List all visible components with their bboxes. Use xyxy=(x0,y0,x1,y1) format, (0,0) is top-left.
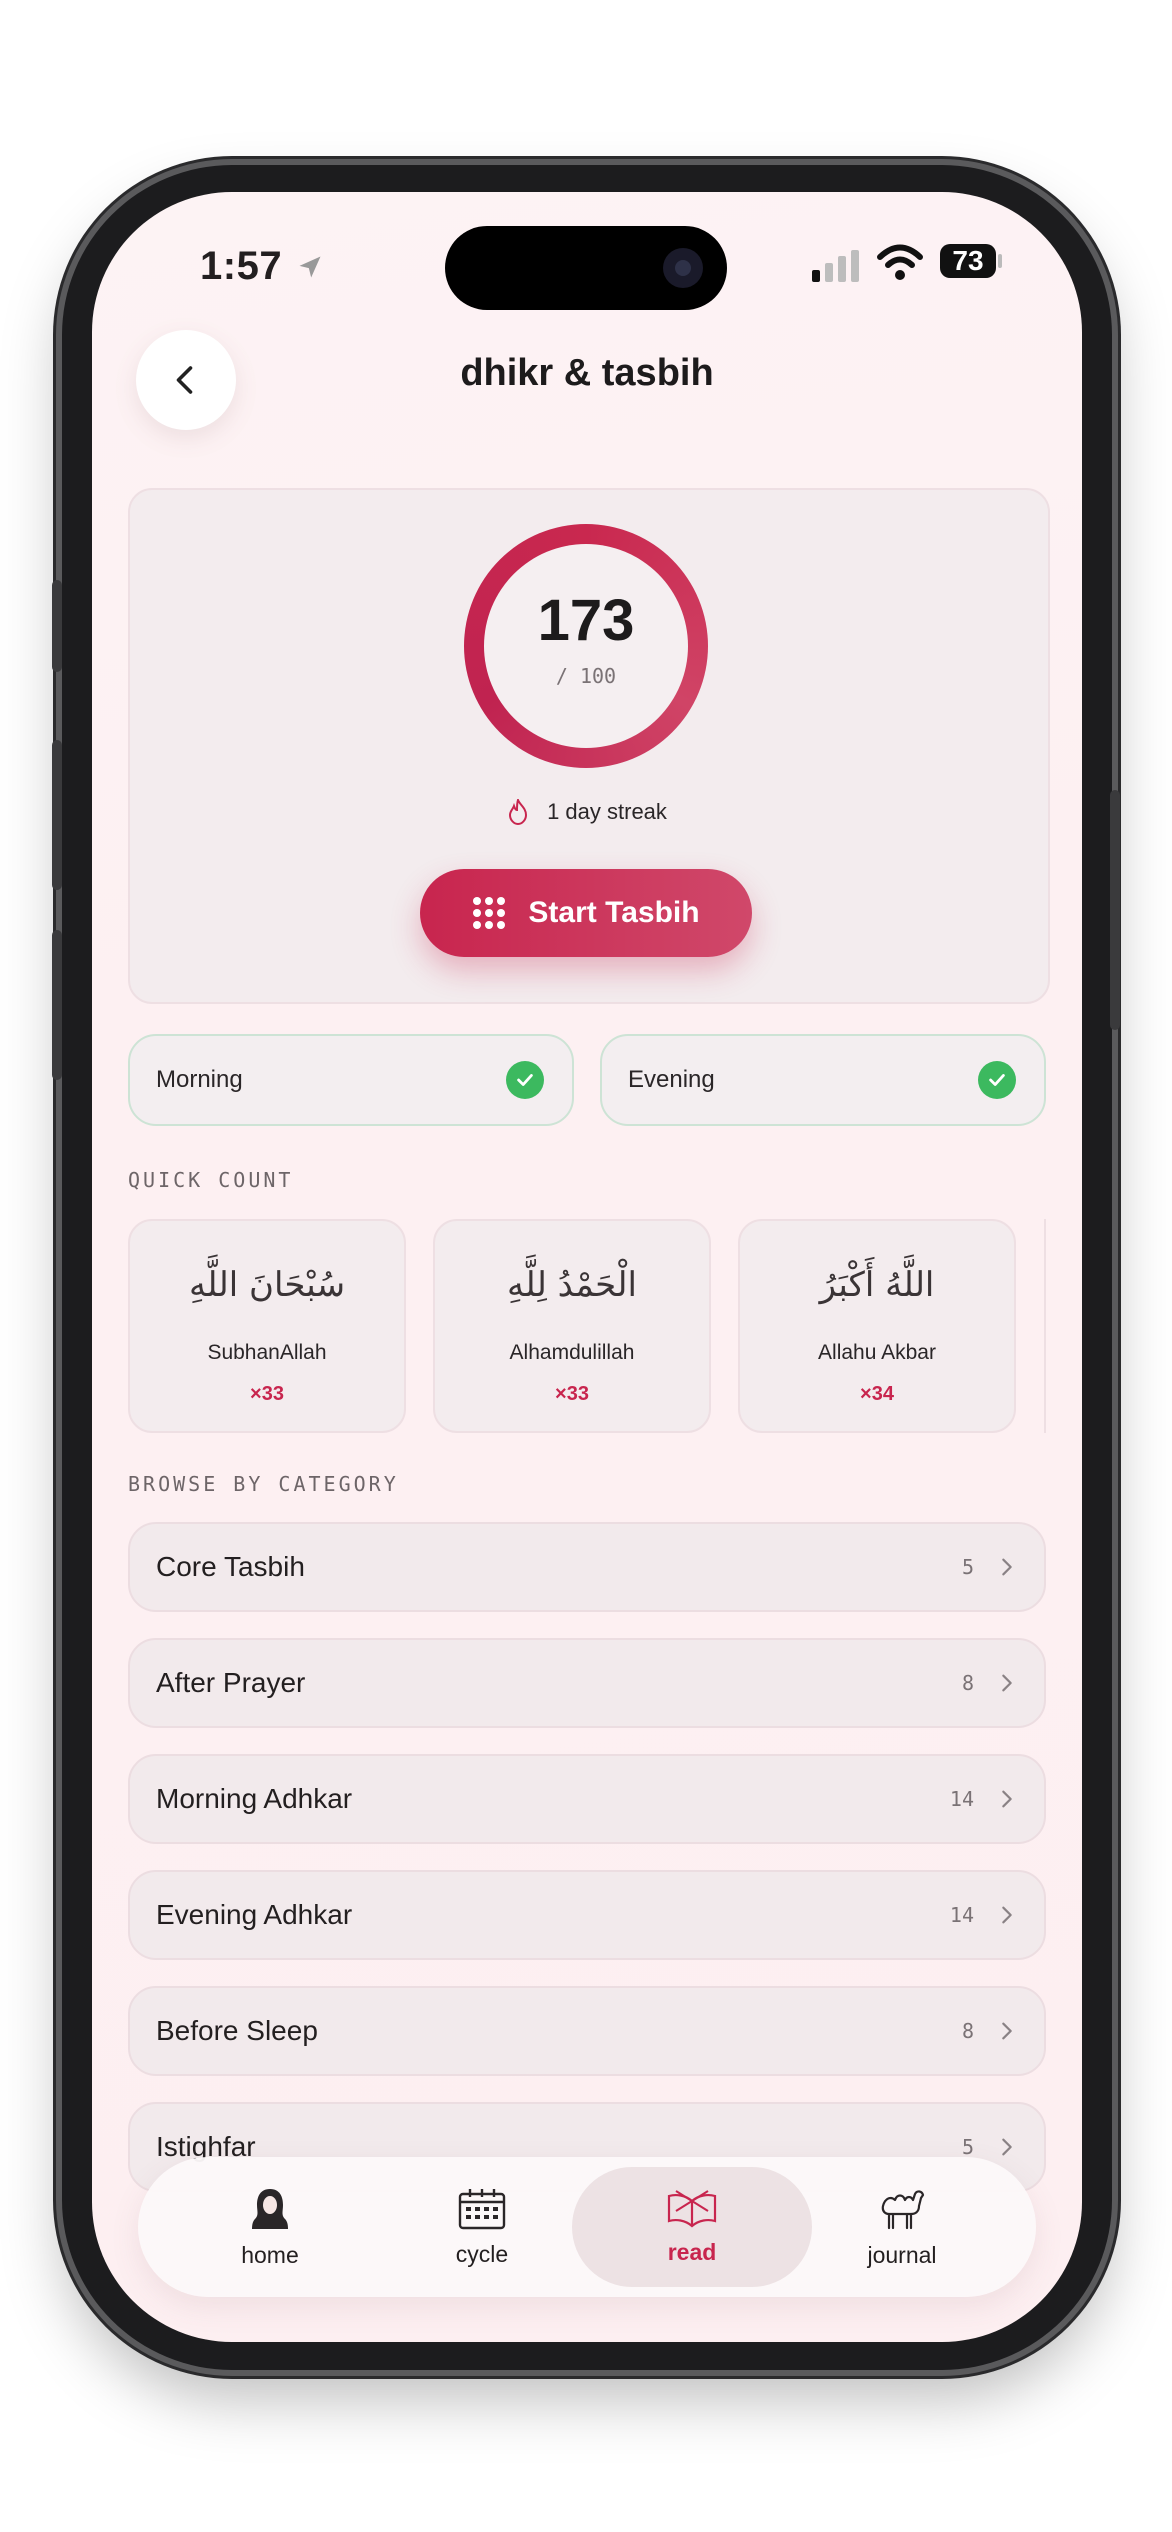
open-book-icon xyxy=(667,2189,717,2227)
quick-count-card-alhamdulillah[interactable]: الْحَمْدُ لِلَّهِ Alhamdulillah ×33 xyxy=(433,1219,711,1433)
dhikr-count: ×34 xyxy=(860,1383,894,1405)
check-circle-icon xyxy=(978,1061,1016,1099)
category-count: 14 xyxy=(949,1903,974,1927)
category-count: 8 xyxy=(961,1671,974,1695)
nav-journal-label: journal xyxy=(867,2241,937,2268)
chevron-right-icon xyxy=(1002,1674,1012,1692)
nav-journal[interactable]: journal xyxy=(802,2157,1002,2297)
bottom-nav: home cycle read journal xyxy=(138,2157,1036,2297)
dhikr-name: SubhanAllah xyxy=(207,1341,327,1364)
dynamic-island xyxy=(445,226,727,310)
flame-icon xyxy=(509,799,528,825)
dhikr-name: Allahu Akbar xyxy=(818,1341,936,1364)
streak-text: 1 day streak xyxy=(547,799,667,824)
category-title: Before Sleep xyxy=(156,2015,318,2046)
camel-icon xyxy=(881,2189,925,2229)
morning-label: Morning xyxy=(156,1066,243,1093)
chevron-right-icon xyxy=(1002,1906,1012,1924)
chevron-right-icon xyxy=(1002,1790,1012,1808)
arabic-text: اللَّهُ أَكْبَرُ xyxy=(819,1265,935,1305)
check-circle-icon xyxy=(506,1061,544,1099)
quick-count-card-allahu-akbar[interactable]: اللَّهُ أَكْبَرُ Allahu Akbar ×34 xyxy=(738,1219,1016,1433)
quick-count-heading: QUICK COUNT xyxy=(128,1168,294,1192)
start-tasbih-button[interactable]: Start Tasbih xyxy=(420,869,752,957)
category-title: Morning Adhkar xyxy=(156,1783,353,1814)
start-tasbih-label: Start Tasbih xyxy=(528,896,700,929)
nav-cycle[interactable]: cycle xyxy=(382,2157,582,2297)
camera-icon xyxy=(663,248,703,288)
battery-tip xyxy=(998,254,1002,268)
location-arrow-icon xyxy=(299,256,321,278)
next-card-edge xyxy=(1044,1219,1046,1433)
battery-indicator: 73 xyxy=(940,244,996,278)
arabic-text: سُبْحَانَ اللَّهِ xyxy=(188,1265,346,1305)
category-title: Core Tasbih xyxy=(156,1551,305,1582)
category-count: 5 xyxy=(961,1555,974,1579)
category-row-evening-adhkar[interactable]: Evening Adhkar 14 xyxy=(128,1870,1046,1960)
category-row-core-tasbih[interactable]: Core Tasbih 5 xyxy=(128,1522,1046,1612)
action-button xyxy=(52,580,62,672)
grid-dots-icon xyxy=(473,897,506,929)
category-title: After Prayer xyxy=(156,1667,306,1698)
status-time: 1:57 xyxy=(200,244,324,289)
wifi-icon xyxy=(877,244,923,280)
status-time-text: 1:57 xyxy=(200,244,283,288)
app-screen: 1:57 73 dhikr & tasbih 173 / 100 1 day s… xyxy=(92,192,1082,2342)
volume-down-button xyxy=(52,930,62,1080)
chevron-right-icon xyxy=(1002,2022,1012,2040)
page-title: dhikr & tasbih xyxy=(460,352,714,394)
nav-read-label: read xyxy=(667,2238,717,2265)
category-count: 14 xyxy=(949,1787,974,1811)
morning-adhkar-status[interactable]: Morning xyxy=(128,1034,574,1126)
hijab-woman-icon xyxy=(252,2188,288,2229)
nav-read[interactable]: read xyxy=(592,2157,792,2297)
count-value: 173 xyxy=(537,588,635,653)
nav-home[interactable]: home xyxy=(170,2157,370,2297)
nav-cycle-label: cycle xyxy=(455,2240,509,2267)
category-count: 5 xyxy=(961,2135,974,2159)
category-row-morning-adhkar[interactable]: Morning Adhkar 14 xyxy=(128,1754,1046,1844)
count-goal: / 100 xyxy=(555,664,617,688)
category-row-before-sleep[interactable]: Before Sleep 8 xyxy=(128,1986,1046,2076)
calendar-icon xyxy=(458,2188,506,2229)
quick-count-card-subhanallah[interactable]: سُبْحَانَ اللَّهِ SubhanAllah ×33 xyxy=(128,1219,406,1433)
cellular-signal-icon xyxy=(812,250,859,282)
power-button xyxy=(1110,790,1120,1030)
streak-indicator: 1 day streak xyxy=(92,799,1082,825)
browse-category-heading: BROWSE BY CATEGORY xyxy=(128,1472,399,1496)
category-count: 8 xyxy=(961,2019,974,2043)
chevron-right-icon xyxy=(1002,2138,1012,2156)
category-row-after-prayer[interactable]: After Prayer 8 xyxy=(128,1638,1046,1728)
evening-adhkar-status[interactable]: Evening xyxy=(600,1034,1046,1126)
evening-label: Evening xyxy=(628,1066,715,1093)
dhikr-count: ×33 xyxy=(555,1383,589,1405)
dhikr-name: Alhamdulillah xyxy=(509,1341,635,1364)
nav-home-label: home xyxy=(241,2241,299,2268)
category-title: Evening Adhkar xyxy=(156,1899,353,1930)
arabic-text: الْحَمْدُ لِلَّهِ xyxy=(507,1265,637,1305)
chevron-right-icon xyxy=(1002,1558,1012,1576)
dhikr-count: ×33 xyxy=(250,1383,284,1405)
volume-up-button xyxy=(52,740,62,890)
